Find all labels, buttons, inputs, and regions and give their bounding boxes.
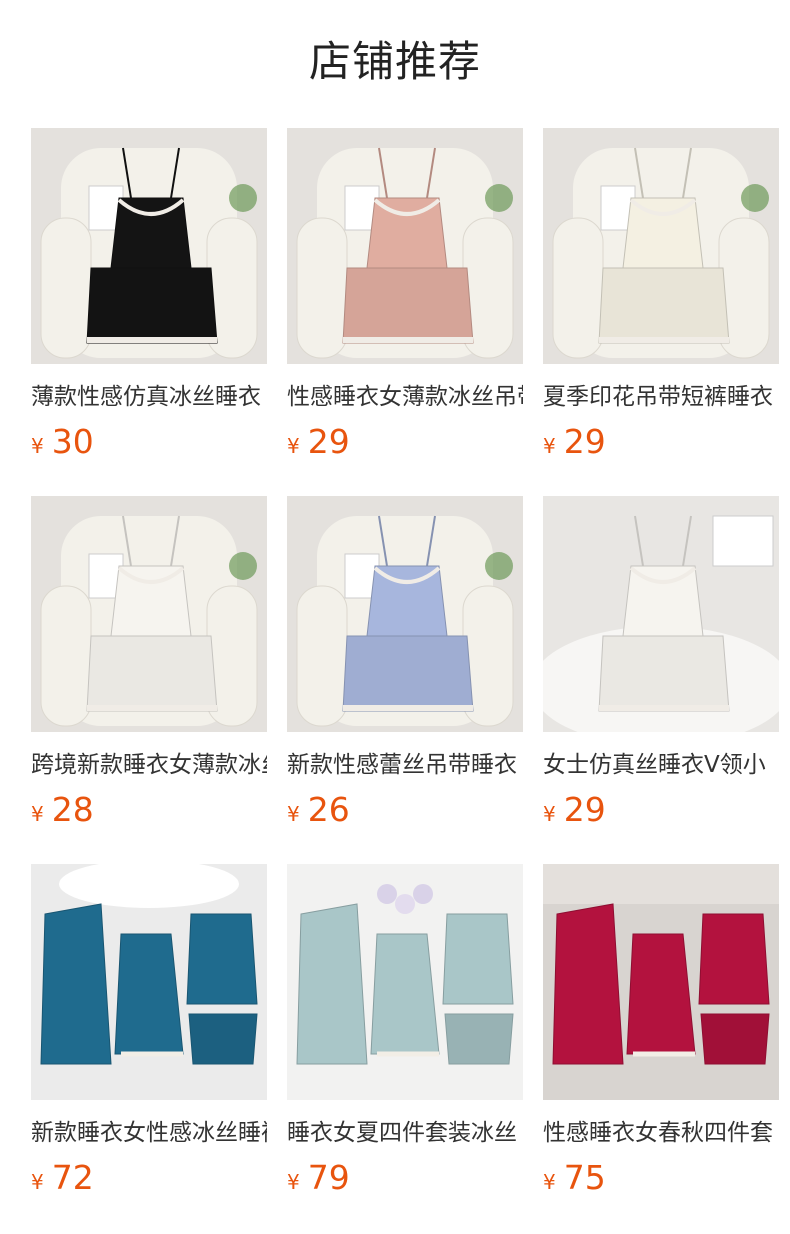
- product-image[interactable]: [543, 496, 779, 732]
- polka-lace-set-photo: [543, 496, 779, 732]
- currency-symbol: ¥: [31, 1170, 44, 1194]
- price-value: 29: [307, 422, 350, 461]
- currency-symbol: ¥: [543, 1170, 556, 1194]
- price-value: 28: [51, 790, 94, 829]
- product-name[interactable]: 跨境新款睡衣女薄款冰丝: [31, 748, 267, 782]
- product-price: ¥28: [31, 788, 267, 832]
- price-value: 75: [563, 1158, 606, 1197]
- product-card[interactable]: 睡衣女夏四件套装冰丝 ¥79: [287, 864, 523, 1232]
- pink-ruffle-cami-set-photo: [287, 128, 523, 364]
- product-name[interactable]: 睡衣女夏四件套装冰丝: [287, 1116, 523, 1150]
- product-price: ¥26: [287, 788, 523, 832]
- product-price: ¥75: [543, 1156, 779, 1200]
- product-name[interactable]: 性感睡衣女春秋四件套: [543, 1116, 779, 1150]
- price-value: 79: [307, 1158, 350, 1197]
- black-lace-cami-set-photo: [31, 128, 267, 364]
- product-name[interactable]: 性感睡衣女薄款冰丝吊带: [287, 380, 523, 414]
- blue-floral-lace-set-photo: [287, 496, 523, 732]
- product-card[interactable]: 性感睡衣女春秋四件套 ¥75: [543, 864, 779, 1232]
- product-name[interactable]: 新款性感蕾丝吊带睡衣: [287, 748, 523, 782]
- page-title: 店铺推荐: [308, 37, 481, 86]
- product-name[interactable]: 夏季印花吊带短裤睡衣: [543, 380, 779, 414]
- product-image[interactable]: [31, 496, 267, 732]
- product-card[interactable]: 新款睡衣女性感冰丝睡袍 ¥72: [31, 864, 267, 1232]
- price-value: 72: [51, 1158, 94, 1197]
- product-price: ¥30: [31, 420, 267, 464]
- product-card[interactable]: 性感睡衣女薄款冰丝吊带 ¥29: [287, 128, 523, 496]
- currency-symbol: ¥: [287, 802, 300, 826]
- product-name[interactable]: 新款睡衣女性感冰丝睡袍: [31, 1116, 267, 1150]
- product-image[interactable]: [287, 496, 523, 732]
- product-price: ¥29: [287, 420, 523, 464]
- currency-symbol: ¥: [287, 1170, 300, 1194]
- product-grid: 薄款性感仿真冰丝睡衣 ¥30 性感睡衣女薄款冰丝吊带 ¥29 夏季印花吊带短裤睡…: [31, 128, 779, 1232]
- price-value: 30: [51, 422, 94, 461]
- currency-symbol: ¥: [31, 434, 44, 458]
- product-image[interactable]: [31, 128, 267, 364]
- product-price: ¥29: [543, 420, 779, 464]
- product-card[interactable]: 女士仿真丝睡衣V领小 ¥29: [543, 496, 779, 864]
- currency-symbol: ¥: [31, 802, 44, 826]
- product-image[interactable]: [543, 864, 779, 1100]
- product-image[interactable]: [287, 128, 523, 364]
- product-image[interactable]: [287, 864, 523, 1100]
- product-name[interactable]: 薄款性感仿真冰丝睡衣: [31, 380, 267, 414]
- product-price: ¥79: [287, 1156, 523, 1200]
- price-value: 29: [563, 790, 606, 829]
- product-card[interactable]: 新款性感蕾丝吊带睡衣 ¥26: [287, 496, 523, 864]
- floral-cami-set-photo: [31, 496, 267, 732]
- product-card[interactable]: 夏季印花吊带短裤睡衣 ¥29: [543, 128, 779, 496]
- sage-four-piece-set-photo: [287, 864, 523, 1100]
- currency-symbol: ¥: [543, 434, 556, 458]
- product-price: ¥29: [543, 788, 779, 832]
- currency-symbol: ¥: [543, 802, 556, 826]
- teal-four-piece-set-photo: [31, 864, 267, 1100]
- product-card[interactable]: 跨境新款睡衣女薄款冰丝 ¥28: [31, 496, 267, 864]
- red-four-piece-set-photo: [543, 864, 779, 1100]
- currency-symbol: ¥: [287, 434, 300, 458]
- product-price: ¥72: [31, 1156, 267, 1200]
- product-card[interactable]: 薄款性感仿真冰丝睡衣 ¥30: [31, 128, 267, 496]
- price-value: 29: [563, 422, 606, 461]
- product-image[interactable]: [543, 128, 779, 364]
- product-name[interactable]: 女士仿真丝睡衣V领小: [543, 748, 779, 782]
- cream-print-cami-set-photo: [543, 128, 779, 364]
- price-value: 26: [307, 790, 350, 829]
- product-image[interactable]: [31, 864, 267, 1100]
